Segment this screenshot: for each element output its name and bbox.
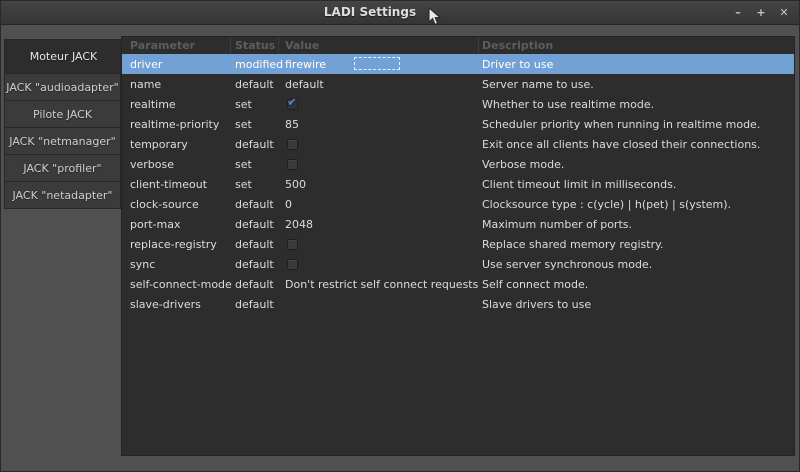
value-focus-outline[interactable] <box>354 57 400 70</box>
cell-description: Maximum number of ports. <box>482 218 794 231</box>
cell-status: default <box>235 298 285 311</box>
header-separator <box>478 38 479 53</box>
cell-description: Whether to use realtime mode. <box>482 98 794 111</box>
sidebar-tab-3[interactable]: JACK "netmanager" <box>4 127 121 155</box>
column-header-parameter[interactable]: Parameter <box>122 39 235 52</box>
sidebar-tab-0[interactable]: Moteur JACK <box>4 39 123 74</box>
cell-description: Use server synchronous mode. <box>482 258 794 271</box>
cell-status: default <box>235 278 285 291</box>
table-row-temporary[interactable]: temporarydefault Exit once all clients ha… <box>122 134 794 154</box>
cell-description: Server name to use. <box>482 78 794 91</box>
cell-parameter: port-max <box>122 218 235 231</box>
table-row-self-connect-mode[interactable]: self-connect-modedefaultDon't restrict s… <box>122 274 794 294</box>
cell-value <box>285 259 482 270</box>
mouse-cursor-icon <box>428 7 442 31</box>
table-row-replace-registry[interactable]: replace-registrydefault Replace shared me… <box>122 234 794 254</box>
table-row-clock-source[interactable]: clock-sourcedefault0Clocksource type : c… <box>122 194 794 214</box>
cell-parameter: sync <box>122 258 235 271</box>
cell-value: default <box>285 78 482 91</box>
cell-parameter: realtime-priority <box>122 118 235 131</box>
table-row-sync[interactable]: syncdefault Use server synchronous mode. <box>122 254 794 274</box>
minimize-button[interactable]: – <box>731 6 745 20</box>
cell-value: Don't restrict self connect requests <box>285 278 482 291</box>
cell-description: Self connect mode. <box>482 278 794 291</box>
cell-parameter: slave-drivers <box>122 298 235 311</box>
table-row-realtime-priority[interactable]: realtime-priorityset85Scheduler priority… <box>122 114 794 134</box>
table-row-client-timeout[interactable]: client-timeoutset500Client timeout limit… <box>122 174 794 194</box>
cell-description: Replace shared memory registry. <box>482 238 794 251</box>
table-body: drivermodifiedfirewireDriver to usenamed… <box>122 54 794 314</box>
cell-parameter: temporary <box>122 138 235 151</box>
close-button[interactable]: ✕ <box>777 6 791 20</box>
cell-description: Exit once all clients have closed their … <box>482 138 794 151</box>
table-row-verbose[interactable]: verboseset Verbose mode. <box>122 154 794 174</box>
cell-status: default <box>235 238 285 251</box>
cell-value <box>285 239 482 250</box>
cell-parameter: driver <box>122 58 235 71</box>
sidebar-tabs: Moteur JACKJACK "audioadapter"Pilote JAC… <box>4 39 121 209</box>
cell-status: default <box>235 78 285 91</box>
table-header: Parameter Status Value Description <box>122 37 794 54</box>
column-header-description[interactable]: Description <box>482 39 794 52</box>
cell-status: set <box>235 98 285 111</box>
cell-parameter: name <box>122 78 235 91</box>
cell-description: Clocksource type : c(ycle) | h(pet) | s(… <box>482 198 794 211</box>
table-row-slave-drivers[interactable]: slave-driversdefault Slave drivers to use <box>122 294 794 314</box>
checkbox-unchecked-icon[interactable] <box>287 139 298 150</box>
cell-status: default <box>235 198 285 211</box>
sidebar-tab-5[interactable]: JACK "netadapter" <box>4 181 121 209</box>
cell-status: set <box>235 178 285 191</box>
checkbox-unchecked-icon[interactable] <box>287 159 298 170</box>
header-separator <box>230 38 231 53</box>
window-controls: – + ✕ <box>731 1 791 24</box>
cell-description: Client timeout limit in milliseconds. <box>482 178 794 191</box>
cell-value <box>285 99 482 110</box>
settings-table: Parameter Status Value Description drive… <box>121 36 795 456</box>
cell-parameter: clock-source <box>122 198 235 211</box>
cell-status: modified <box>235 58 285 71</box>
table-row-driver[interactable]: drivermodifiedfirewireDriver to use <box>122 54 794 74</box>
checkbox-unchecked-icon[interactable] <box>287 239 298 250</box>
cell-parameter: verbose <box>122 158 235 171</box>
table-row-port-max[interactable]: port-maxdefault2048Maximum number of por… <box>122 214 794 234</box>
cell-description: Slave drivers to use <box>482 298 794 311</box>
sidebar-tab-2[interactable]: Pilote JACK <box>4 100 121 128</box>
cell-status: default <box>235 258 285 271</box>
cell-parameter: replace-registry <box>122 238 235 251</box>
window-title: LADI Settings <box>1 1 739 24</box>
header-separator <box>278 38 279 53</box>
cell-status: default <box>235 218 285 231</box>
cell-value: 2048 <box>285 218 482 231</box>
cell-status: default <box>235 138 285 151</box>
cell-value <box>285 139 482 150</box>
cell-parameter: self-connect-mode <box>122 278 235 291</box>
cell-value: 85 <box>285 118 482 131</box>
cell-value: 500 <box>285 178 482 191</box>
cell-parameter: realtime <box>122 98 235 111</box>
table-row-name[interactable]: namedefaultdefaultServer name to use. <box>122 74 794 94</box>
checkbox-checked-icon[interactable] <box>287 99 298 110</box>
checkbox-unchecked-icon[interactable] <box>287 259 298 270</box>
cell-value <box>285 159 482 170</box>
titlebar[interactable]: LADI Settings – + ✕ <box>1 1 799 25</box>
column-header-value[interactable]: Value <box>285 39 482 52</box>
maximize-button[interactable]: + <box>754 6 768 20</box>
sidebar-tab-1[interactable]: JACK "audioadapter" <box>4 73 121 101</box>
cell-status: set <box>235 158 285 171</box>
cell-status: set <box>235 118 285 131</box>
cell-description: Scheduler priority when running in realt… <box>482 118 794 131</box>
sidebar-tab-4[interactable]: JACK "profiler" <box>4 154 121 182</box>
table-row-realtime[interactable]: realtimeset Whether to use realtime mode. <box>122 94 794 114</box>
cell-description: Driver to use <box>482 58 794 71</box>
ladi-settings-window: LADI Settings – + ✕ Moteur JACKJACK "aud… <box>0 0 800 472</box>
cell-description: Verbose mode. <box>482 158 794 171</box>
cell-value: 0 <box>285 198 482 211</box>
cell-parameter: client-timeout <box>122 178 235 191</box>
